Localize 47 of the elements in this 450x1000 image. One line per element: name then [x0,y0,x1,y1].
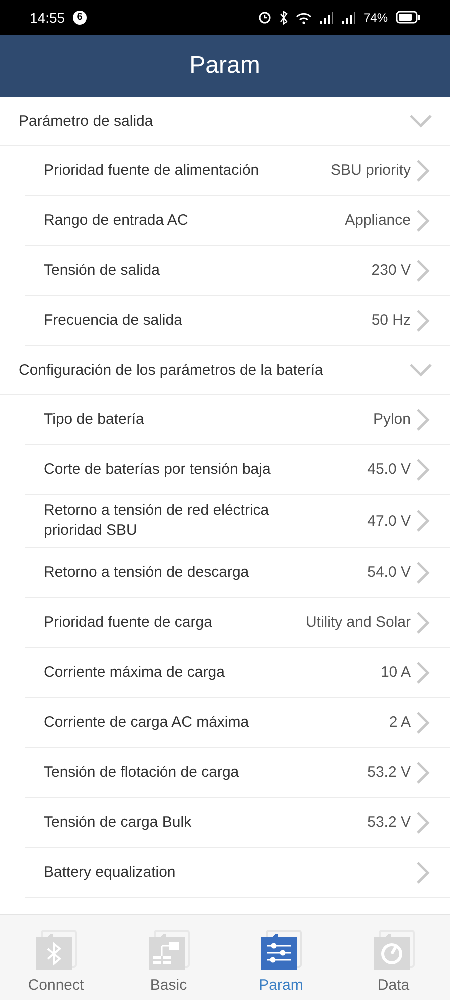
chevron-right-icon [417,862,430,884]
chevron-right-icon [417,458,430,480]
setting-row[interactable]: Tipo de batería Pylon [25,395,450,445]
setting-row[interactable]: Corriente máxima de carga 10 A [25,648,450,698]
chevron-down-icon [410,114,432,128]
tab[interactable]: Data [338,915,450,1000]
chevron-right-icon [417,408,430,430]
chevron-right-icon [417,562,430,584]
notification-badge: 6 [73,10,88,24]
chevron-right-icon [417,662,430,684]
gauge-icon [372,929,416,973]
bluetooth-icon [34,929,78,973]
chevron-right-icon [417,160,430,182]
sliders-icon [259,929,304,973]
chevron-right-icon [417,510,430,532]
status-time: 14:55 [30,10,66,26]
setting-row[interactable]: Prioridad fuente de carga Utility and Solar [25,598,450,648]
chevron-right-icon [417,612,430,634]
chevron-right-icon [417,712,430,734]
battery-icon [396,11,420,24]
chevron-right-icon [417,812,430,834]
chevron-right-icon [417,260,430,282]
signal-icon [320,10,334,24]
battery-percent: 74% [364,10,388,24]
wifi-icon [296,10,312,24]
tab[interactable]: Basic [112,915,225,1000]
page-title: Param [190,52,260,80]
setting-row[interactable]: Retorno a tensión de descarga 54.0 V [25,548,450,598]
setting-row[interactable]: Rango de entrada AC Appliance [25,196,450,246]
setting-row[interactable]: Tensión de carga Bulk 53.2 V [25,798,450,848]
setting-row[interactable]: Prioridad fuente de alimentación SBU priority [25,146,450,196]
setting-row[interactable]: Battery equalization [25,848,450,898]
chevron-right-icon [417,310,430,332]
setting-row[interactable]: Retorno a tensión de red eléctrica prioridad SBU 47.0 V [25,495,450,548]
tab[interactable]: Connect [0,915,112,1000]
chevron-right-icon [417,762,430,784]
chevron-right-icon [417,210,430,232]
alarm-icon [258,10,272,24]
setting-row[interactable]: Corriente de carga AC máxima 2 A [25,698,450,748]
setting-row[interactable]: Corte de baterías por tensión baja 45.0 V [25,445,450,495]
signal-icon [342,10,356,24]
chevron-down-icon [410,364,432,376]
tab[interactable]: Param [225,915,338,1000]
diagram-icon [146,929,191,973]
bluetooth-icon [280,10,288,24]
setting-row[interactable]: Tensión de salida 230 V [25,246,450,296]
setting-row[interactable]: Tensión de flotación de carga 53.2 V [25,748,450,798]
